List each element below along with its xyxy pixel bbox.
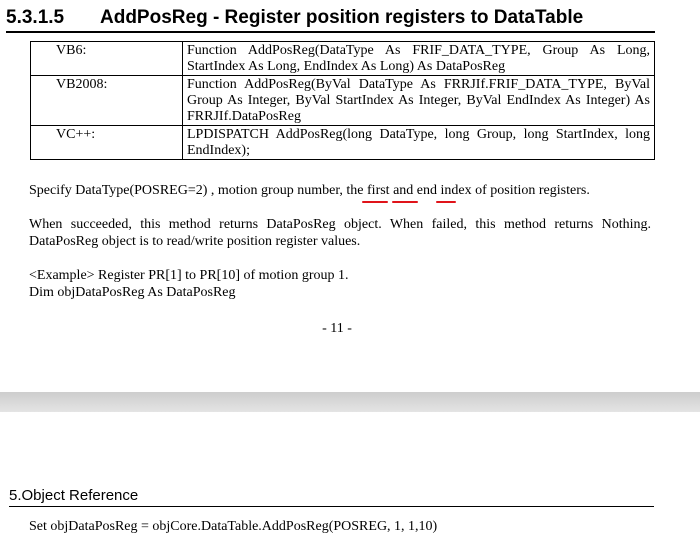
section-heading: 5.3.1.5 AddPosReg - Register position reg… (6, 5, 655, 33)
section-5-title: 5.Object Reference (9, 487, 654, 507)
annotation-underline (392, 201, 418, 203)
table-row: VB2008: Function AddPosReg(ByVal DataTyp… (30, 75, 655, 126)
annotation-underline (436, 201, 456, 203)
result-paragraph-line: When succeeded, this method returns Data… (29, 217, 651, 232)
table-row: VC++: LPDISPATCH AddPosReg(long DataType… (30, 125, 655, 160)
result-paragraph-line: DataPosReg object is to read/write posit… (29, 234, 361, 249)
annotation-underline (362, 201, 388, 203)
example-line: <Example> Register PR[1] to PR[10] of mo… (29, 268, 349, 283)
section-title: AddPosReg - Register position registers … (100, 7, 584, 28)
signature-cell: Function AddPosReg(ByVal DataType As FRR… (182, 75, 655, 126)
specify-paragraph: Specify DataType(POSREG=2) , motion grou… (29, 183, 590, 198)
code-line: Set objDataPosReg = objCore.DataTable.Ad… (29, 519, 438, 534)
page-separator (0, 392, 700, 412)
signature-cell: LPDISPATCH AddPosReg(long DataType, long… (182, 125, 655, 160)
table-row: VB6: Function AddPosReg(DataType As FRIF… (30, 41, 655, 76)
signature-table: VB6: Function AddPosReg(DataType As FRIF… (30, 41, 655, 160)
language-cell: VC++: (30, 125, 183, 160)
example-code-line: Dim objDataPosReg As DataPosReg (29, 285, 236, 300)
language-cell: VB2008: (30, 75, 183, 126)
section-number: 5.3.1.5 (6, 7, 65, 28)
page-number: - 11 - (322, 321, 352, 336)
language-cell: VB6: (30, 41, 183, 76)
signature-cell: Function AddPosReg(DataType As FRIF_DATA… (182, 41, 655, 76)
